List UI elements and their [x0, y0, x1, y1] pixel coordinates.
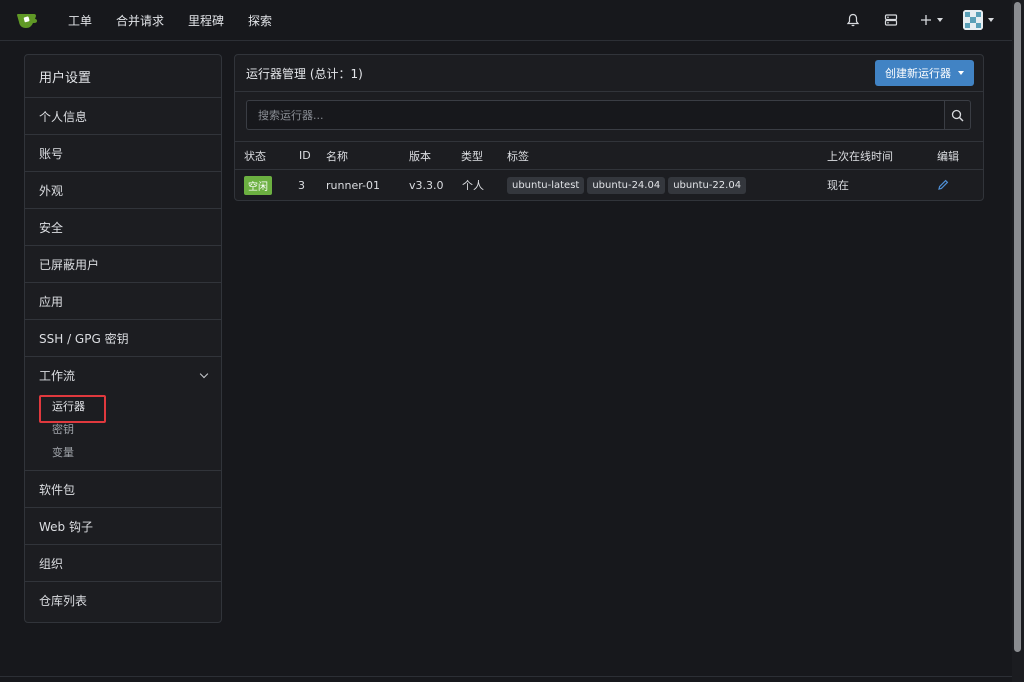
sidebar-item-webhooks[interactable]: Web 钩子	[25, 508, 221, 545]
col-version: 版本	[409, 149, 431, 163]
server-icon[interactable]	[880, 9, 902, 31]
nav-milestones[interactable]: 里程碑	[176, 12, 236, 29]
sidebar-item-packages[interactable]: 软件包	[25, 471, 221, 508]
caret-down-icon	[937, 18, 943, 22]
sidebar-group-actions-toggle[interactable]: 工作流	[25, 357, 221, 394]
search-bar	[235, 92, 983, 142]
sidebar-item-applications[interactable]: 应用	[25, 283, 221, 320]
plus-icon	[921, 15, 931, 25]
chevron-down-icon	[199, 369, 209, 379]
col-edit: 编辑	[937, 149, 959, 163]
create-runner-button[interactable]: 创建新运行器	[875, 60, 974, 86]
status-badge: 空闲	[244, 175, 272, 195]
sidebar-item-ssh-gpg-keys[interactable]: SSH / GPG 密钥	[25, 320, 221, 357]
runner-name: runner-01	[326, 178, 380, 192]
nav-explore[interactable]: 探索	[236, 12, 284, 29]
label-tag: ubuntu-latest	[507, 176, 585, 194]
highlight-annotation-box	[39, 395, 106, 423]
table-header: 状态 ID 名称 版本 类型 标签 上次在线时间 编辑	[235, 142, 983, 170]
sidebar-subitem-variables[interactable]: 变量	[25, 440, 221, 463]
settings-sidebar: 用户设置 个人信息 账号 外观 安全 已屏蔽用户 应用 SSH / GPG 密钥…	[24, 54, 222, 623]
col-name: 名称	[326, 149, 348, 163]
search-button[interactable]	[944, 100, 971, 130]
col-last-online: 上次在线时间	[827, 149, 893, 163]
sidebar-item-repositories[interactable]: 仓库列表	[25, 582, 221, 619]
col-status: 状态	[244, 149, 266, 163]
table-row: 空闲 3 runner-01 v3.3.0 个人 ubuntu-latest u…	[235, 170, 983, 200]
runner-last-online: 现在	[827, 179, 849, 192]
bell-icon[interactable]	[842, 9, 864, 31]
pencil-icon[interactable]	[937, 170, 949, 200]
runner-labels: ubuntu-latest ubuntu-24.04 ubuntu-22.04	[507, 170, 749, 200]
runners-panel: 运行器管理 (总计：1) 创建新运行器 状态 ID 名称 版本 类型 标签 上次…	[234, 54, 984, 201]
sidebar-group-label: 工作流	[39, 369, 76, 383]
search-icon	[951, 109, 964, 121]
sidebar-item-profile[interactable]: 个人信息	[25, 98, 221, 135]
sidebar-header: 用户设置	[25, 55, 221, 98]
sidebar-item-account[interactable]: 账号	[25, 135, 221, 172]
gitea-logo-icon[interactable]	[16, 11, 38, 29]
top-navbar: 工单 合并请求 里程碑 探索	[0, 0, 1012, 41]
runner-id: 3	[298, 178, 305, 192]
sidebar-item-organizations[interactable]: 组织	[25, 545, 221, 582]
caret-down-icon	[988, 18, 994, 22]
user-menu[interactable]	[963, 10, 994, 30]
col-id: ID	[299, 149, 311, 162]
nav-issues[interactable]: 工单	[56, 12, 104, 29]
create-runner-label: 创建新运行器	[885, 67, 951, 80]
footer-divider	[0, 676, 1012, 677]
avatar	[963, 10, 983, 30]
create-menu[interactable]	[920, 14, 943, 26]
sidebar-item-blocked-users[interactable]: 已屏蔽用户	[25, 246, 221, 283]
page-scrollbar[interactable]	[1012, 0, 1024, 682]
panel-title: 运行器管理 (总计：1)	[235, 55, 983, 92]
runner-version: v3.3.0	[409, 178, 444, 192]
col-labels: 标签	[507, 149, 529, 163]
col-type: 类型	[461, 149, 483, 163]
nav-pull-requests[interactable]: 合并请求	[104, 12, 176, 29]
panel-title-text: 运行器管理 (总计：1)	[246, 66, 363, 81]
label-tag: ubuntu-24.04	[587, 176, 666, 194]
sidebar-item-security[interactable]: 安全	[25, 209, 221, 246]
sidebar-item-appearance[interactable]: 外观	[25, 172, 221, 209]
runner-type: 个人	[462, 179, 484, 192]
search-input[interactable]	[246, 100, 945, 130]
scrollbar-thumb[interactable]	[1014, 2, 1021, 652]
caret-down-icon	[958, 71, 964, 75]
label-tag: ubuntu-22.04	[668, 176, 747, 194]
